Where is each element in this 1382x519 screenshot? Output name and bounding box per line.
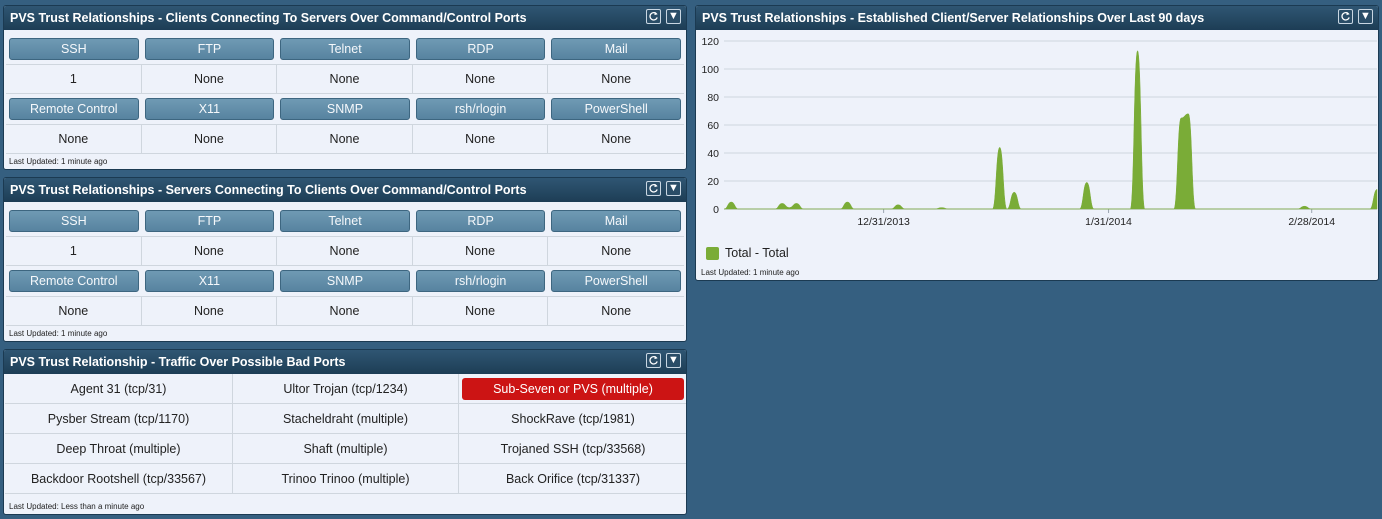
widget-servers-to-clients: PVS Trust Relationships - Servers Connec… xyxy=(3,177,687,342)
y-tick-label: 20 xyxy=(707,176,719,188)
widget-title: PVS Trust Relationship - Traffic Over Po… xyxy=(10,355,346,369)
port-button-telnet[interactable]: Telnet xyxy=(280,38,410,60)
y-tick-label: 80 xyxy=(707,92,719,104)
port-button-telnet[interactable]: Telnet xyxy=(280,210,410,232)
legend-label: Total - Total xyxy=(725,246,789,260)
port-button-rdp[interactable]: RDP xyxy=(415,38,546,60)
bad-port-item[interactable]: Pysber Stream (tcp/1170) xyxy=(5,404,233,434)
port-button-rdp[interactable]: RDP xyxy=(415,210,546,232)
legend-swatch xyxy=(706,246,719,260)
port-value: None xyxy=(6,124,142,154)
port-value: None xyxy=(412,296,549,326)
port-value: None xyxy=(548,296,684,326)
last-updated: Last Updated: 1 minute ago xyxy=(9,329,108,338)
port-value: None xyxy=(6,296,142,326)
port-grid: SSH FTP Telnet RDP Mail 1 None None None… xyxy=(6,34,684,154)
bad-port-item[interactable]: Deep Throat (multiple) xyxy=(5,434,233,464)
chart-legend[interactable]: Total - Total xyxy=(706,246,789,260)
widget-title: PVS Trust Relationships - Servers Connec… xyxy=(10,183,527,197)
y-tick-label: 120 xyxy=(701,36,719,48)
last-updated: Last Updated: Less than a minute ago xyxy=(9,502,145,511)
bad-port-item[interactable]: Agent 31 (tcp/31) xyxy=(5,374,233,404)
x-tick-label: 12/31/2013 xyxy=(857,216,910,228)
port-value: None xyxy=(548,236,684,266)
widget-bad-ports: PVS Trust Relationship - Traffic Over Po… xyxy=(3,349,687,515)
port-grid: SSH FTP Telnet RDP Mail 1 None None None… xyxy=(6,206,684,326)
y-tick-label: 0 xyxy=(713,204,719,216)
port-button-snmp[interactable]: SNMP xyxy=(280,98,410,120)
port-button-mail[interactable]: Mail xyxy=(551,210,681,232)
y-tick-label: 100 xyxy=(701,64,719,76)
refresh-icon[interactable] xyxy=(646,9,661,24)
widget-clients-to-servers: PVS Trust Relationships - Clients Connec… xyxy=(3,5,687,170)
port-value: None xyxy=(412,236,549,266)
port-button-remote-control[interactable]: Remote Control xyxy=(9,98,139,120)
y-tick-label: 60 xyxy=(707,120,719,132)
bad-port-item[interactable]: Backdoor Rootshell (tcp/33567) xyxy=(5,464,233,494)
refresh-icon[interactable] xyxy=(646,181,661,196)
port-button-ssh[interactable]: SSH xyxy=(9,210,139,232)
last-updated: Last Updated: 1 minute ago xyxy=(9,157,108,166)
port-button-snmp[interactable]: SNMP xyxy=(280,270,410,292)
port-value: 1 xyxy=(6,236,142,266)
port-value: None xyxy=(141,236,278,266)
dropdown-arrow-icon[interactable]: ▼ xyxy=(666,181,681,196)
port-button-ftp[interactable]: FTP xyxy=(144,38,275,60)
bad-port-item[interactable]: Trojaned SSH (tcp/33568) xyxy=(459,434,686,464)
port-value: None xyxy=(277,124,413,154)
port-value: None xyxy=(141,64,278,94)
widget-header: PVS Trust Relationships - Servers Connec… xyxy=(4,178,686,202)
port-button-powershell[interactable]: PowerShell xyxy=(551,270,681,292)
widget-title: PVS Trust Relationships - Clients Connec… xyxy=(10,11,527,25)
port-value: None xyxy=(277,236,413,266)
bad-port-item[interactable]: ShockRave (tcp/1981) xyxy=(459,404,686,434)
port-button-mail[interactable]: Mail xyxy=(551,38,681,60)
refresh-icon[interactable] xyxy=(646,353,661,368)
bad-port-item[interactable]: Shaft (multiple) xyxy=(233,434,459,464)
area-chart: 0 20 40 60 80 100 120 12/31/2013 1/31/2014 2/28/2… xyxy=(701,36,1378,228)
refresh-icon[interactable] xyxy=(1338,9,1353,24)
port-button-rsh-rlogin[interactable]: rsh/rlogin xyxy=(415,270,546,292)
port-button-x11[interactable]: X11 xyxy=(144,98,275,120)
widget-title: PVS Trust Relationships - Established Cl… xyxy=(702,11,1205,25)
port-button-ssh[interactable]: SSH xyxy=(9,38,139,60)
port-value: None xyxy=(412,64,549,94)
widget-relationships-chart: PVS Trust Relationships - Established Cl… xyxy=(695,5,1379,281)
x-tick-label: 2/28/2014 xyxy=(1288,216,1335,228)
widget-header: PVS Trust Relationships - Established Cl… xyxy=(696,6,1378,30)
x-tick-label: 1/31/2014 xyxy=(1085,216,1132,228)
port-value: 1 xyxy=(6,64,142,94)
port-button-powershell[interactable]: PowerShell xyxy=(551,98,681,120)
bad-port-item[interactable]: Back Orifice (tcp/31337) xyxy=(459,464,686,494)
dropdown-arrow-icon[interactable]: ▼ xyxy=(666,353,681,368)
port-value: None xyxy=(277,296,413,326)
port-value: None xyxy=(548,64,684,94)
widget-header: PVS Trust Relationships - Clients Connec… xyxy=(4,6,686,30)
bad-port-item[interactable]: Trinoo Trinoo (multiple) xyxy=(233,464,459,494)
y-tick-label: 40 xyxy=(707,148,719,160)
dropdown-arrow-icon[interactable]: ▼ xyxy=(666,9,681,24)
port-value: None xyxy=(412,124,549,154)
area-series xyxy=(723,50,1378,210)
port-value: None xyxy=(141,124,278,154)
bad-port-item[interactable]: Ultor Trojan (tcp/1234) xyxy=(233,374,459,404)
port-value: None xyxy=(548,124,684,154)
port-button-remote-control[interactable]: Remote Control xyxy=(9,270,139,292)
port-value: None xyxy=(141,296,278,326)
bad-ports-grid: Agent 31 (tcp/31) Ultor Trojan (tcp/1234… xyxy=(5,374,686,494)
port-button-x11[interactable]: X11 xyxy=(144,270,275,292)
bad-port-item-alert[interactable]: Sub-Seven or PVS (multiple) xyxy=(462,377,684,400)
bad-port-item[interactable]: Stacheldraht (multiple) xyxy=(233,404,459,434)
port-button-ftp[interactable]: FTP xyxy=(144,210,275,232)
widget-header: PVS Trust Relationship - Traffic Over Po… xyxy=(4,350,686,374)
port-value: None xyxy=(277,64,413,94)
last-updated: Last Updated: 1 minute ago xyxy=(701,268,800,277)
dropdown-arrow-icon[interactable]: ▼ xyxy=(1358,9,1373,24)
port-button-rsh-rlogin[interactable]: rsh/rlogin xyxy=(415,98,546,120)
